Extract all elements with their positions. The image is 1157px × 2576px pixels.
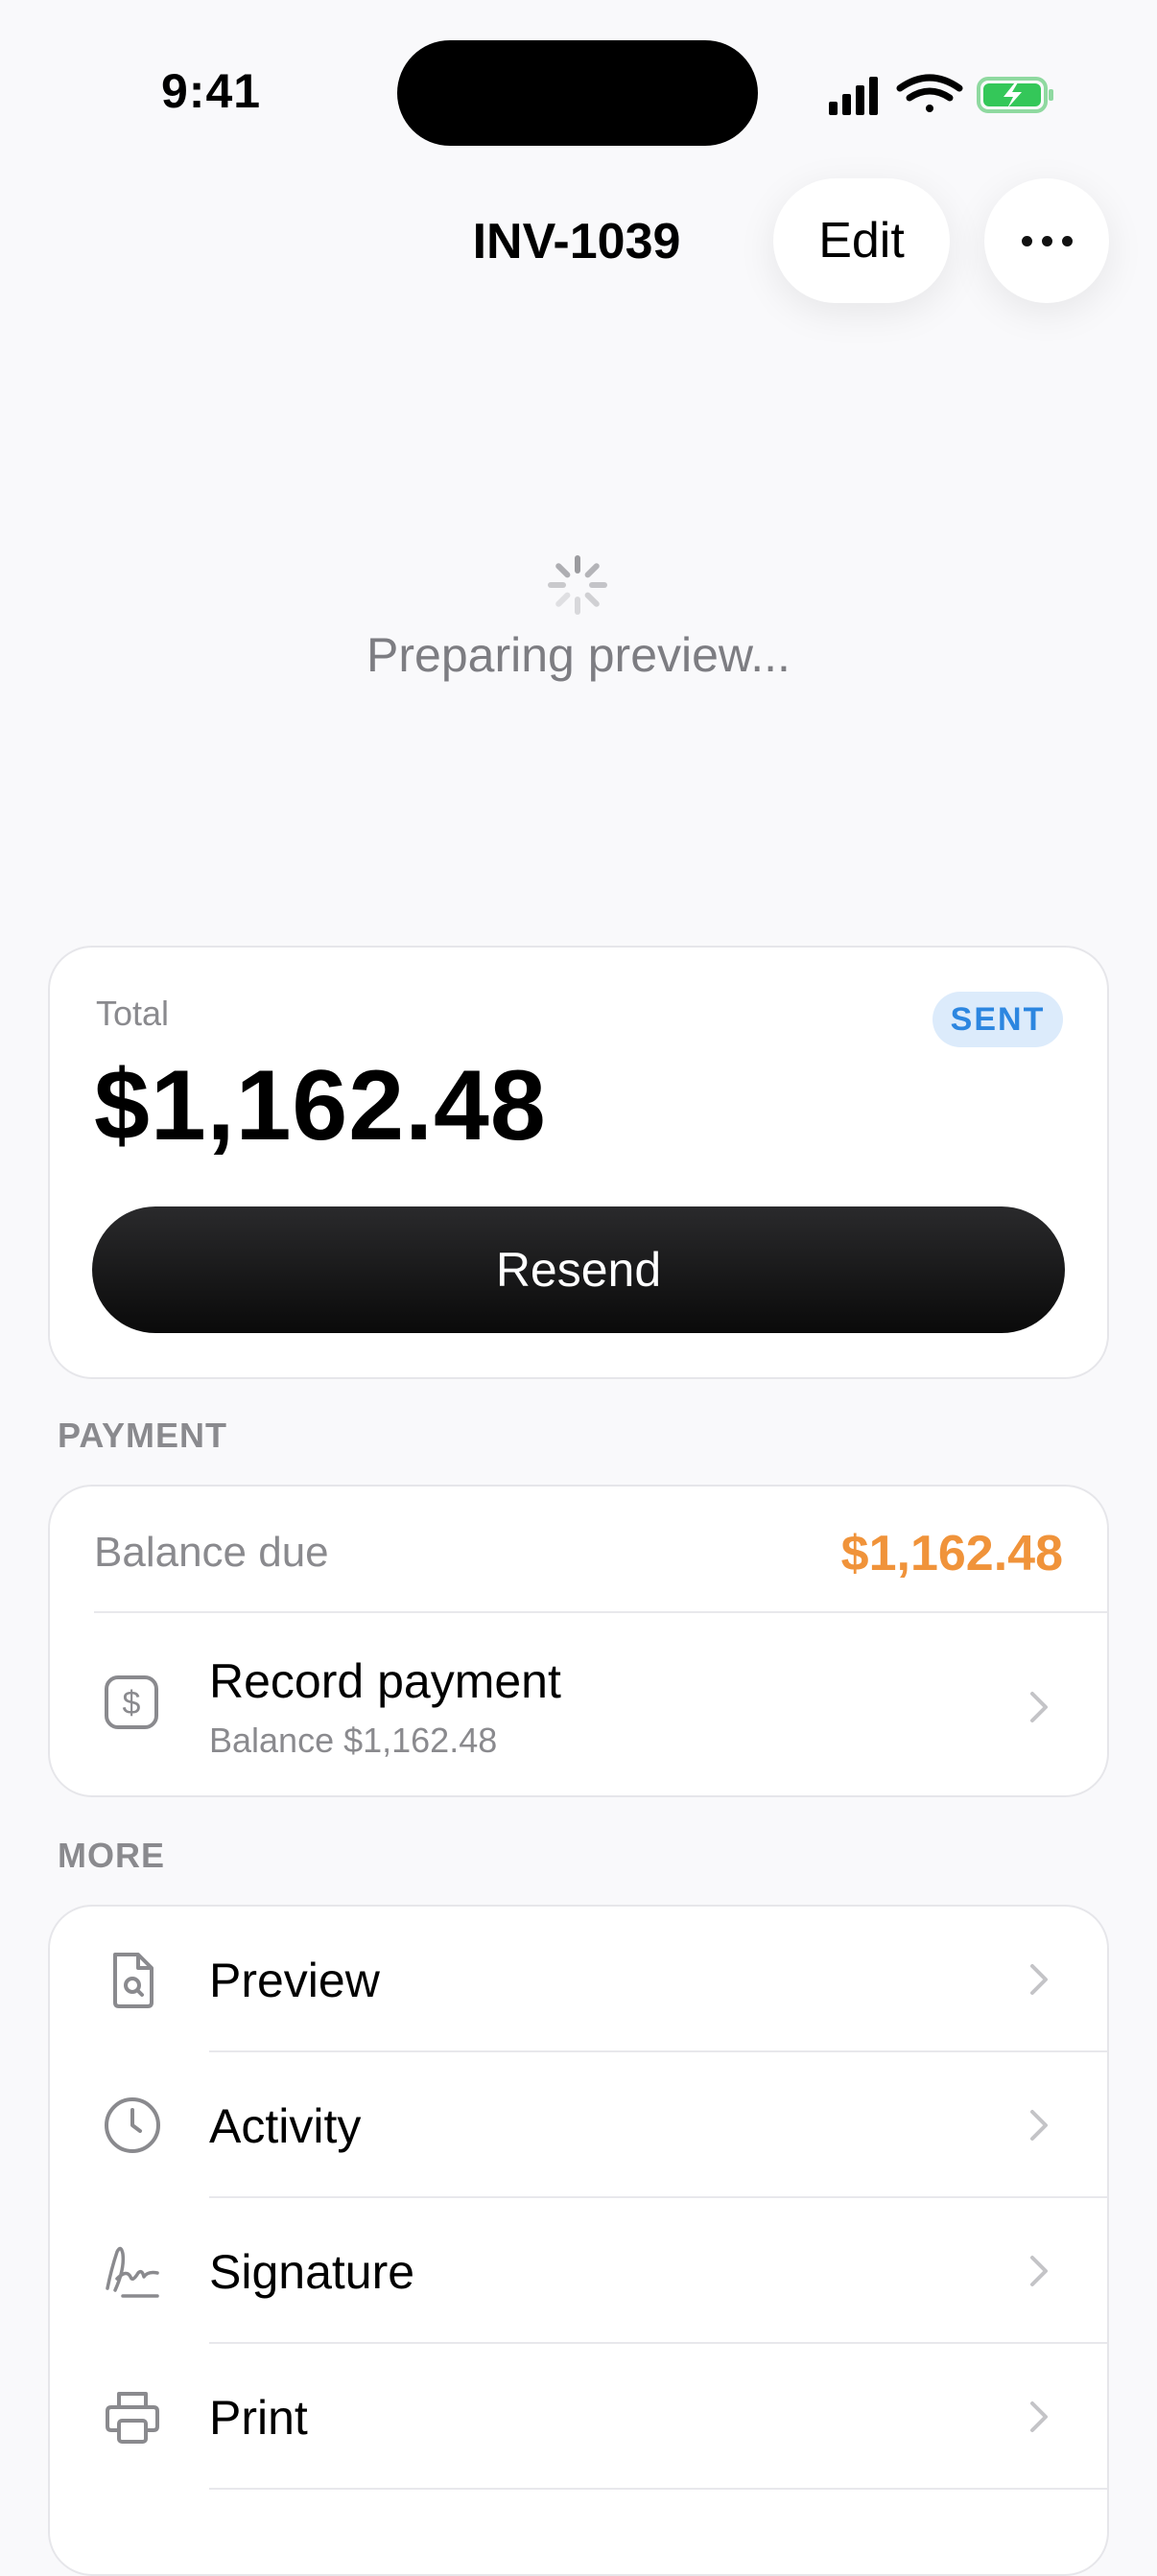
more-item-signature[interactable]: Signature [50, 2198, 1107, 2344]
chevron-right-icon [1030, 2401, 1048, 2432]
divider [209, 2488, 1107, 2490]
chevron-right-icon [1030, 1964, 1048, 1995]
record-payment-title: Record payment [209, 1654, 561, 1708]
svg-text:$: $ [123, 1685, 141, 1721]
more-item-preview[interactable]: Preview [50, 1907, 1107, 2052]
status-time: 9:41 [161, 64, 262, 118]
status-badge: SENT [933, 992, 1063, 1047]
battery-charging-icon [977, 77, 1053, 113]
dollar-icon: $ [105, 1675, 158, 1729]
more-item-label: Activity [209, 2099, 362, 2153]
dynamic-island [397, 40, 758, 146]
balance-due-value: $1,162.48 [840, 1526, 1063, 1581]
status-icons [829, 74, 1053, 115]
clock-icon [105, 2097, 160, 2153]
wifi-icon [896, 74, 963, 112]
total-label: Total [96, 994, 170, 1033]
ellipsis-icon [1017, 235, 1077, 246]
signature-icon [106, 2246, 159, 2298]
chevron-right-icon [1030, 2110, 1048, 2141]
more-item-label: Signature [209, 2245, 415, 2299]
total-amount: $1,162.48 [94, 1050, 547, 1161]
payment-card: Balance due $1,162.48 $ Record payment B… [48, 1485, 1109, 1797]
more-item-label: Preview [209, 1954, 380, 2007]
more-item-label: Print [209, 2391, 308, 2445]
printer-icon [106, 2392, 159, 2444]
record-payment-subtitle: Balance $1,162.48 [209, 1721, 498, 1760]
more-section-label: MORE [58, 1836, 165, 1875]
edit-button[interactable]: Edit [773, 178, 950, 303]
cellular-signal-icon [829, 77, 878, 115]
document-search-icon [113, 1953, 153, 2008]
more-card: Preview Activity Signature Print [48, 1905, 1109, 2576]
total-card: Total SENT $1,162.48 Resend [48, 946, 1109, 1379]
resend-button[interactable]: Resend [92, 1206, 1065, 1333]
more-options-button[interactable] [984, 178, 1109, 303]
preview-loading-text: Preparing preview... [366, 628, 791, 682]
more-item-print[interactable]: Print [50, 2344, 1107, 2490]
chevron-right-icon [1030, 1692, 1048, 1722]
balance-due-label: Balance due [94, 1529, 329, 1576]
chevron-right-icon [1030, 2256, 1048, 2286]
more-item-activity[interactable]: Activity [50, 2052, 1107, 2198]
invoice-number: INV-1039 [472, 214, 681, 269]
payment-section-label: PAYMENT [58, 1416, 228, 1455]
record-payment-row[interactable]: $ Record payment Balance $1,162.48 [50, 1613, 1107, 1795]
loading-spinner-icon [548, 555, 607, 615]
